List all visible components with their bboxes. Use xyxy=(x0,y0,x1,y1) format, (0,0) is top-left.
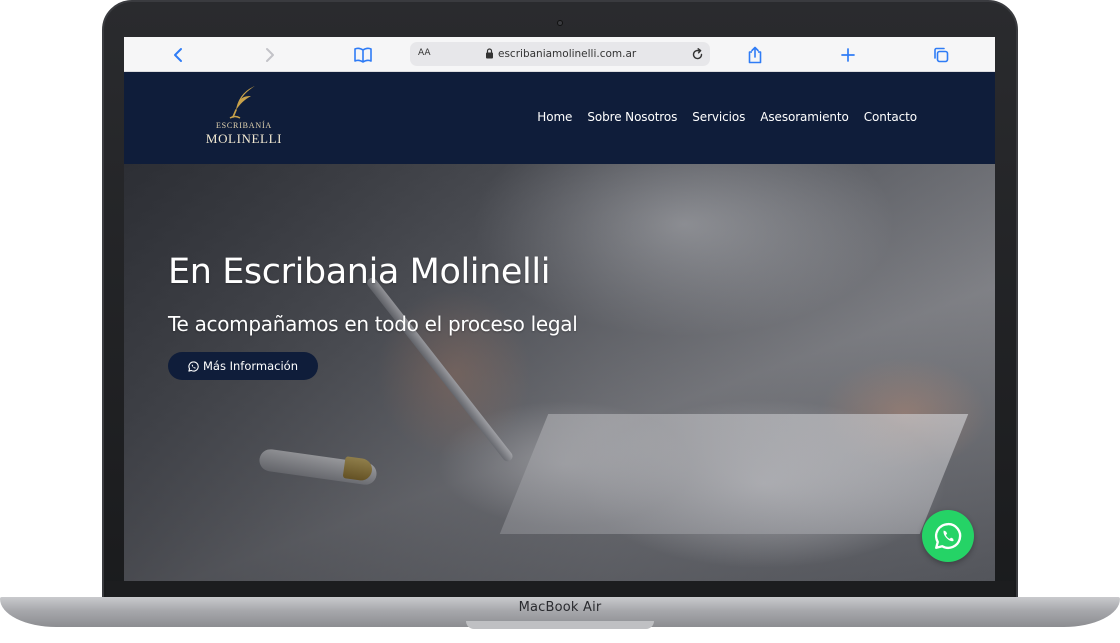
forward-icon xyxy=(266,47,274,62)
new-tab-icon xyxy=(841,47,855,62)
whatsapp-icon xyxy=(188,360,199,372)
share-icon xyxy=(748,46,762,63)
back-button[interactable] xyxy=(163,37,193,72)
back-icon xyxy=(174,47,182,62)
whatsapp-icon xyxy=(934,522,962,550)
quill-icon xyxy=(229,86,255,119)
browser-toolbar: AA escribaniamolinelli.com.ar xyxy=(124,37,995,72)
nav-contacto[interactable]: Contacto xyxy=(864,110,917,124)
reload-icon xyxy=(692,47,702,59)
whatsapp-float-button[interactable] xyxy=(922,510,974,562)
bookmarks-icon xyxy=(354,47,372,63)
hero-section: En Escribania Molinelli Te acompañamos e… xyxy=(124,164,995,581)
hero-title: En Escribania Molinelli xyxy=(168,252,551,292)
mas-informacion-label: Más Información xyxy=(203,359,298,373)
logo-top-text: ESCRIBANÍA xyxy=(215,121,272,130)
reload-button[interactable] xyxy=(688,45,706,63)
site-header: ESCRIBANÍA MOLINELLI Home Sobre Nosotros… xyxy=(124,72,995,164)
bookmarks-button[interactable] xyxy=(348,37,378,72)
device-label: MacBook Air xyxy=(518,600,602,615)
site-logo[interactable]: ESCRIBANÍA MOLINELLI xyxy=(194,84,294,150)
nav-home[interactable]: Home xyxy=(537,110,572,124)
logo-main-text: MOLINELLI xyxy=(205,131,283,146)
tabs-button[interactable] xyxy=(926,37,956,72)
main-nav: Home Sobre Nosotros Servicios Asesoramie… xyxy=(537,110,917,124)
nav-sobre-nosotros[interactable]: Sobre Nosotros xyxy=(587,110,677,124)
share-button[interactable] xyxy=(740,37,770,72)
laptop-notch xyxy=(466,621,654,629)
nav-servicios[interactable]: Servicios xyxy=(692,110,745,124)
tabs-icon xyxy=(934,47,949,62)
address-bar[interactable]: AA escribaniamolinelli.com.ar xyxy=(410,42,710,66)
url-text: escribaniamolinelli.com.ar xyxy=(498,48,637,60)
nav-asesoramiento[interactable]: Asesoramiento xyxy=(760,110,849,124)
text-size-button[interactable]: AA xyxy=(418,48,431,58)
laptop-screen: AA escribaniamolinelli.com.ar ESCRIBANÍA… xyxy=(124,37,995,581)
new-tab-button[interactable] xyxy=(833,37,863,72)
forward-button[interactable] xyxy=(255,37,285,72)
camera xyxy=(557,20,563,26)
lock-icon xyxy=(486,48,493,59)
mas-informacion-button[interactable]: Más Información xyxy=(168,352,318,380)
hero-subtitle: Te acompañamos en todo el proceso legal xyxy=(168,312,578,336)
